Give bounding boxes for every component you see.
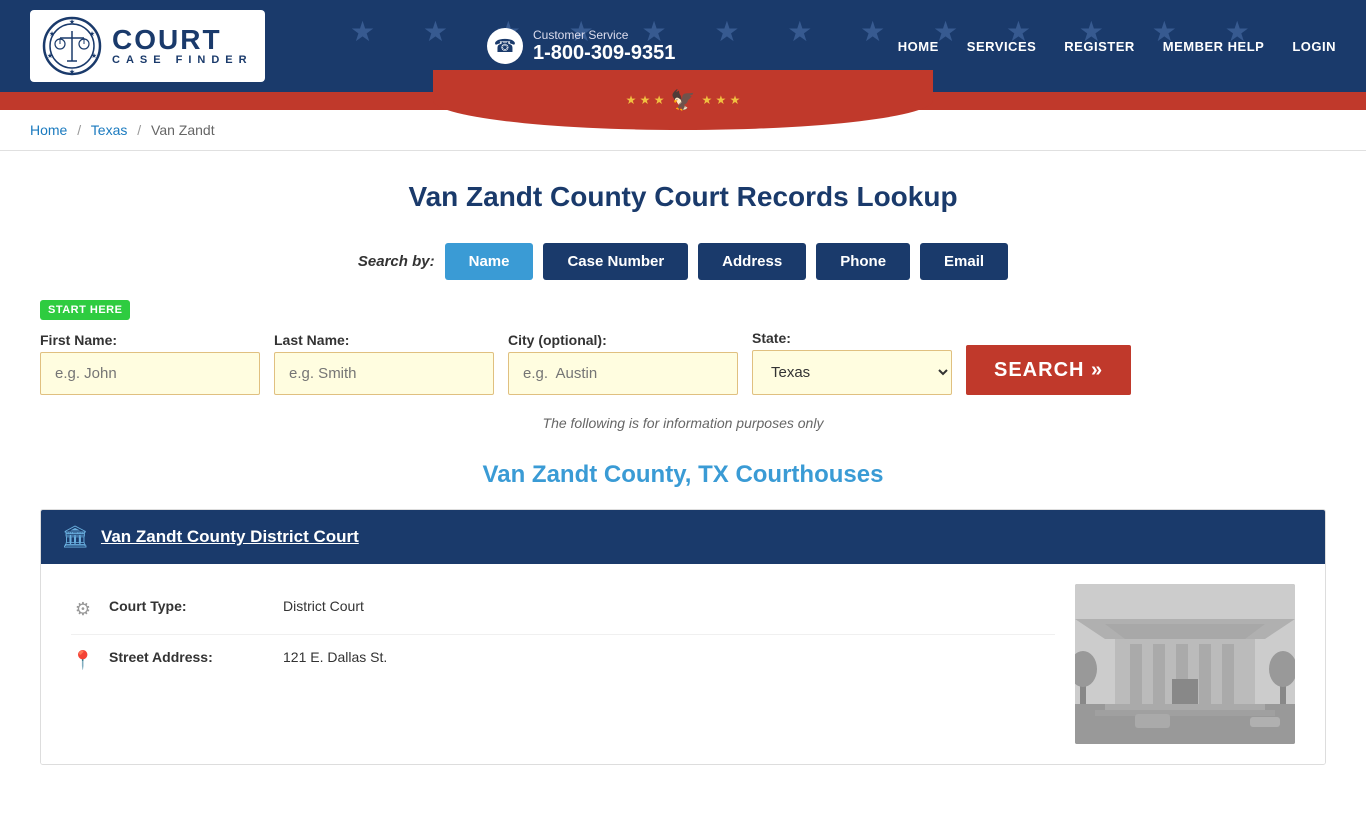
nav-login[interactable]: LOGIN xyxy=(1292,39,1336,54)
tab-email[interactable]: Email xyxy=(920,243,1008,280)
search-button[interactable]: SEARCH » xyxy=(966,345,1131,395)
tab-name[interactable]: Name xyxy=(445,243,534,280)
state-select[interactable]: Texas Alabama Alaska Arizona Arkansas Ca… xyxy=(752,350,952,395)
page-title: Van Zandt County Court Records Lookup xyxy=(40,181,1326,213)
address-label: Street Address: xyxy=(109,649,269,665)
courthouse-body: ⚙ Court Type: District Court 📍 Street Ad… xyxy=(41,564,1325,764)
logo-emblem: ★ ★ ★ ★ ★ ★ xyxy=(42,16,102,76)
state-field-group: State: Texas Alabama Alaska Arizona Arka… xyxy=(752,330,952,395)
search-by-label: Search by: xyxy=(358,253,435,270)
courthouse-image xyxy=(1075,584,1295,744)
svg-text:★: ★ xyxy=(69,68,75,76)
breadcrumb-state[interactable]: Texas xyxy=(91,122,128,138)
court-type-value: District Court xyxy=(283,598,364,614)
eagle-icon: 🦅 xyxy=(671,88,696,113)
tab-phone[interactable]: Phone xyxy=(816,243,910,280)
banner-stars-right: ★ ★ ★ xyxy=(701,93,740,107)
last-name-label: Last Name: xyxy=(274,332,494,348)
courthouses-title: Van Zandt County, TX Courthouses xyxy=(40,461,1326,489)
breadcrumb-sep-2: / xyxy=(137,122,141,138)
courthouse-illustration xyxy=(1075,584,1295,744)
city-input[interactable] xyxy=(508,352,738,395)
search-by-row: Search by: Name Case Number Address Phon… xyxy=(40,243,1326,280)
nav-member-help[interactable]: MEMBER HELP xyxy=(1163,39,1265,54)
tab-address[interactable]: Address xyxy=(698,243,806,280)
info-note: The following is for information purpose… xyxy=(40,415,1326,431)
city-field-group: City (optional): xyxy=(508,332,738,395)
start-here-badge: START HERE xyxy=(40,300,130,320)
cs-label: Customer Service xyxy=(533,28,675,42)
gavel-icon: ⚙ xyxy=(71,599,95,620)
svg-text:★: ★ xyxy=(89,30,95,38)
first-name-label: First Name: xyxy=(40,332,260,348)
banner-stars-left: ★ ★ ★ xyxy=(626,93,665,107)
main-nav: HOME SERVICES REGISTER MEMBER HELP LOGIN xyxy=(898,39,1336,54)
phone-icon: ☎ xyxy=(487,28,523,64)
breadcrumb-sep-1: / xyxy=(77,122,81,138)
logo-area: ★ ★ ★ ★ ★ ★ COURT CASE FINDER xyxy=(30,10,265,82)
state-label: State: xyxy=(752,330,952,346)
breadcrumb-home[interactable]: Home xyxy=(30,122,67,138)
wave-banner: ★ ★ ★ 🦅 ★ ★ ★ xyxy=(0,92,1366,110)
logo-case-finder-text: CASE FINDER xyxy=(112,54,253,66)
last-name-input[interactable] xyxy=(274,352,494,395)
nav-register[interactable]: REGISTER xyxy=(1064,39,1134,54)
courthouse-icon: 🏛 xyxy=(61,524,89,550)
court-type-row: ⚙ Court Type: District Court xyxy=(71,584,1055,635)
last-name-field-group: Last Name: xyxy=(274,332,494,395)
breadcrumb-current: Van Zandt xyxy=(151,122,215,138)
svg-text:★: ★ xyxy=(69,18,75,26)
first-name-field-group: First Name: xyxy=(40,332,260,395)
tab-case-number[interactable]: Case Number xyxy=(543,243,688,280)
address-row: 📍 Street Address: 121 E. Dallas St. xyxy=(71,635,1055,685)
court-type-label: Court Type: xyxy=(109,598,269,614)
location-icon: 📍 xyxy=(71,650,95,671)
address-value: 121 E. Dallas St. xyxy=(283,649,387,665)
logo-text-block: COURT CASE FINDER xyxy=(112,26,253,66)
customer-service: ☎ Customer Service 1-800-309-9351 xyxy=(487,28,675,65)
svg-text:★: ★ xyxy=(49,30,55,38)
main-content: Van Zandt County Court Records Lookup Se… xyxy=(0,151,1366,815)
nav-services[interactable]: SERVICES xyxy=(967,39,1037,54)
svg-text:★: ★ xyxy=(91,52,97,60)
nav-home[interactable]: HOME xyxy=(898,39,939,54)
first-name-input[interactable] xyxy=(40,352,260,395)
cs-phone: 1-800-309-9351 xyxy=(533,42,675,65)
courthouse-name-link[interactable]: Van Zandt County District Court xyxy=(101,527,359,547)
search-form-area: START HERE First Name: Last Name: City (… xyxy=(40,300,1326,395)
courthouse-info: ⚙ Court Type: District Court 📍 Street Ad… xyxy=(71,584,1055,744)
search-fields-row: First Name: Last Name: City (optional): … xyxy=(40,330,1326,395)
svg-text:★: ★ xyxy=(47,52,53,60)
logo-box: ★ ★ ★ ★ ★ ★ COURT CASE FINDER xyxy=(30,10,265,82)
logo-court-text: COURT xyxy=(112,26,222,54)
banner-eagle-row: ★ ★ ★ 🦅 ★ ★ ★ xyxy=(433,70,933,130)
city-label: City (optional): xyxy=(508,332,738,348)
courthouse-card-header: 🏛 Van Zandt County District Court xyxy=(41,510,1325,564)
courthouse-card: 🏛 Van Zandt County District Court ⚙ Cour… xyxy=(40,509,1326,765)
